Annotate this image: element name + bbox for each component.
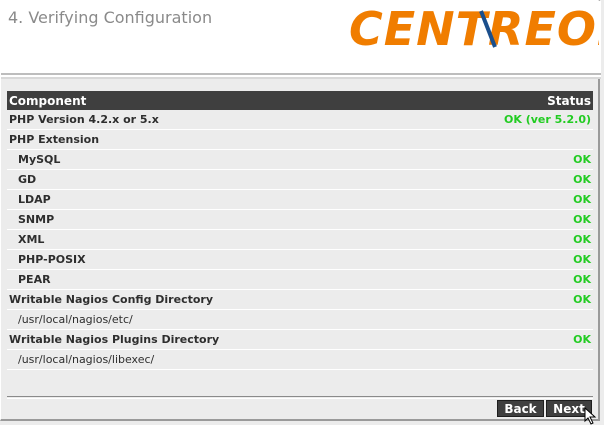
table-row: GD OK bbox=[7, 169, 593, 190]
status-value: OK bbox=[418, 169, 593, 190]
table-row: LDAP OK bbox=[7, 189, 593, 210]
component-table: Component Status PHP Version 4.2.x or 5.… bbox=[7, 91, 593, 370]
component-label: PEAR bbox=[7, 269, 419, 290]
footer-divider bbox=[7, 396, 593, 397]
status-value: OK bbox=[418, 209, 593, 230]
status-value: OK (ver 5.2.0) bbox=[418, 110, 593, 130]
table-row: PEAR OK bbox=[7, 269, 593, 290]
status-value: OK bbox=[418, 269, 593, 290]
component-label: PHP Extension bbox=[7, 129, 419, 150]
status-value: OK bbox=[418, 189, 593, 210]
table-row: /usr/local/nagios/libexec/ bbox=[7, 349, 593, 370]
table-row: Writable Nagios Plugins Directory OK bbox=[7, 329, 593, 350]
status-value bbox=[418, 349, 593, 370]
status-value: OK bbox=[418, 229, 593, 250]
component-label: PHP Version 4.2.x or 5.x bbox=[7, 110, 419, 130]
status-value: OK bbox=[418, 289, 593, 310]
status-value: OK bbox=[418, 249, 593, 270]
status-value bbox=[418, 129, 593, 150]
back-button[interactable]: Back bbox=[497, 400, 544, 417]
component-label: /usr/local/nagios/etc/ bbox=[7, 309, 419, 330]
page-title: 4. Verifying Configuration bbox=[8, 8, 213, 27]
component-label: GD bbox=[7, 169, 419, 190]
component-label: PHP-POSIX bbox=[7, 249, 419, 270]
footer-divider-light bbox=[7, 398, 593, 399]
header: 4. Verifying Configuration CENTREON bbox=[1, 1, 601, 77]
table-row: MySQL OK bbox=[7, 149, 593, 170]
table-row: XML OK bbox=[7, 229, 593, 250]
table-header-row: Component Status bbox=[7, 91, 593, 110]
component-label: /usr/local/nagios/libexec/ bbox=[7, 349, 419, 370]
table-row: SNMP OK bbox=[7, 209, 593, 230]
component-label: MySQL bbox=[7, 149, 419, 170]
centreon-logo: CENTREON bbox=[349, 2, 599, 53]
column-header-component: Component bbox=[7, 91, 419, 110]
status-value: OK bbox=[418, 329, 593, 350]
mouse-pointer-icon bbox=[584, 407, 597, 425]
component-label: SNMP bbox=[7, 209, 419, 230]
component-label: LDAP bbox=[7, 189, 419, 210]
header-divider bbox=[1, 73, 601, 75]
table-row: Writable Nagios Config Directory OK bbox=[7, 289, 593, 310]
component-label: Writable Nagios Plugins Directory bbox=[7, 329, 419, 350]
table-row: PHP Extension bbox=[7, 129, 593, 150]
installer-window: 4. Verifying Configuration CENTREON Comp… bbox=[0, 0, 601, 421]
table-row: /usr/local/nagios/etc/ bbox=[7, 309, 593, 330]
logo-text: CENTREON bbox=[349, 2, 599, 53]
component-label: XML bbox=[7, 229, 419, 250]
column-header-status: Status bbox=[418, 91, 593, 110]
status-value bbox=[418, 309, 593, 330]
table-row: PHP-POSIX OK bbox=[7, 249, 593, 270]
header-divider-light bbox=[1, 77, 601, 79]
table-row: PHP Version 4.2.x or 5.x OK (ver 5.2.0) bbox=[7, 110, 593, 130]
component-label: Writable Nagios Config Directory bbox=[7, 289, 419, 310]
status-value: OK bbox=[418, 149, 593, 170]
